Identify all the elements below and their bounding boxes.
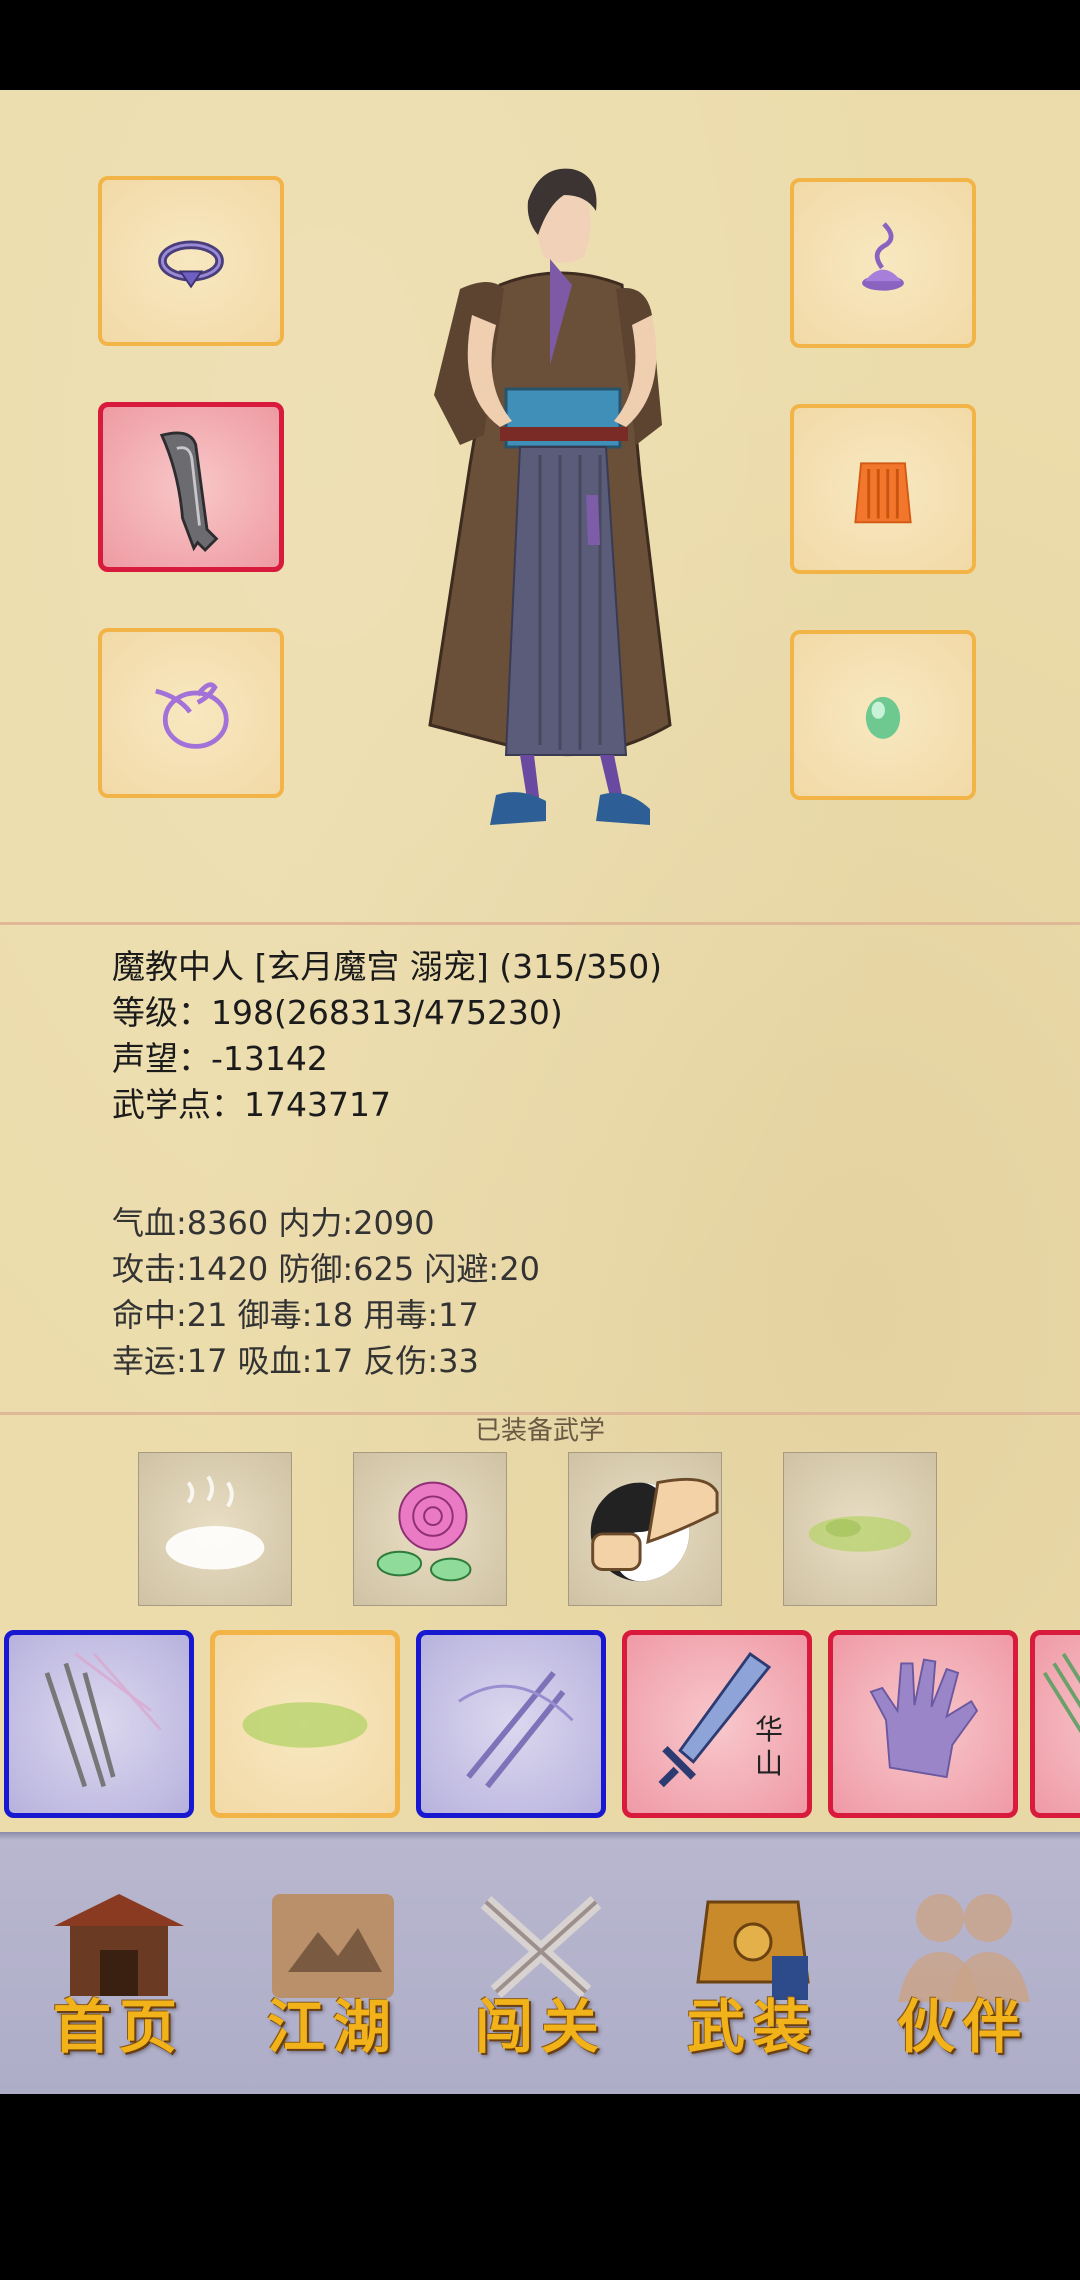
martial-points-text: 武学点：1743717 bbox=[112, 1085, 391, 1124]
bottom-navigation: 首页 江湖 闯关 武装 伙伴 bbox=[0, 1832, 1080, 2098]
sword-icon bbox=[159, 431, 219, 553]
martial-item-4[interactable]: 华 山 bbox=[622, 1630, 812, 1818]
jade-icon bbox=[865, 696, 901, 739]
martial-item-6[interactable] bbox=[1030, 1630, 1080, 1818]
ring-icon bbox=[158, 240, 224, 289]
equip-slot-armor[interactable] bbox=[790, 404, 976, 574]
stat-line-3: 命中:21 御毒:18 用毒:17 bbox=[112, 1296, 479, 1334]
character-portrait bbox=[428, 168, 672, 825]
martial-item-3[interactable] bbox=[416, 1630, 606, 1818]
equip-slot-amulet[interactable] bbox=[98, 628, 284, 798]
martial-item-2[interactable] bbox=[210, 1630, 400, 1818]
equip-slot-jade[interactable] bbox=[790, 630, 976, 800]
nav-partner-label: 伙伴 bbox=[896, 1993, 1029, 2061]
nav-challenge-label: 闯关 bbox=[474, 1993, 607, 2061]
mist-cloud-icon bbox=[165, 1475, 265, 1570]
nav-home[interactable]: 首页 bbox=[34, 1872, 204, 2072]
stat-line-4: 幸运:17 吸血:17 反伤:33 bbox=[112, 1342, 479, 1380]
nav-home-label: 首页 bbox=[52, 1993, 185, 2061]
nav-challenge[interactable]: 闯关 bbox=[456, 1872, 626, 2072]
nav-jianghu[interactable]: 江湖 bbox=[248, 1872, 418, 2072]
sect-label: 华 山 bbox=[755, 1713, 784, 1780]
peony-flower-icon bbox=[376, 1481, 472, 1582]
amulet-icon bbox=[155, 682, 229, 749]
level-text: 等级：198(268313/475230) bbox=[112, 993, 563, 1032]
armor-skirt-icon bbox=[854, 462, 912, 524]
crossed-sticks-icon bbox=[458, 1671, 574, 1789]
equipped-skill-3[interactable] bbox=[568, 1452, 722, 1606]
nav-equipment-label: 武装 bbox=[686, 1993, 819, 2061]
equipped-skill-1[interactable] bbox=[138, 1452, 292, 1606]
martial-item-1[interactable] bbox=[4, 1630, 194, 1818]
reputation-text: 声望：-13142 bbox=[112, 1039, 328, 1078]
equip-slot-ring[interactable] bbox=[98, 176, 284, 346]
green-mist-icon bbox=[242, 1702, 368, 1748]
martial-item-5[interactable] bbox=[828, 1630, 1018, 1818]
green-mist-icon bbox=[808, 1516, 912, 1552]
system-nav-area bbox=[0, 2094, 1080, 2280]
claw-slash-icon bbox=[44, 1652, 162, 1788]
stat-line-2: 攻击:1420 防御:625 闪避:20 bbox=[112, 1250, 540, 1288]
equipped-martial-title: 已装备武学 bbox=[474, 1416, 605, 1446]
nav-jianghu-label: 江湖 bbox=[266, 1993, 399, 2061]
stat-line-1: 气血:8360 内力:2090 bbox=[112, 1204, 435, 1242]
equipped-skill-4[interactable] bbox=[783, 1452, 937, 1606]
character-title: 魔教中人 [玄月魔宫 溺宠] (315/350) bbox=[112, 947, 663, 986]
equip-slot-incense[interactable] bbox=[790, 178, 976, 348]
slash-lines-icon bbox=[1042, 1652, 1080, 1734]
divider bbox=[0, 922, 1080, 925]
martial-skill-strip[interactable]: 华 山 bbox=[0, 1630, 1080, 1832]
nav-partner[interactable]: 伙伴 bbox=[878, 1872, 1048, 2072]
status-bar bbox=[0, 0, 1080, 90]
taiji-fist-icon bbox=[590, 1477, 719, 1582]
nav-equipment[interactable]: 武装 bbox=[668, 1872, 838, 2072]
incense-icon bbox=[862, 222, 904, 291]
equipped-skill-2[interactable] bbox=[353, 1452, 507, 1606]
equip-slot-weapon[interactable] bbox=[98, 402, 284, 572]
palm-hand-icon bbox=[869, 1658, 979, 1779]
